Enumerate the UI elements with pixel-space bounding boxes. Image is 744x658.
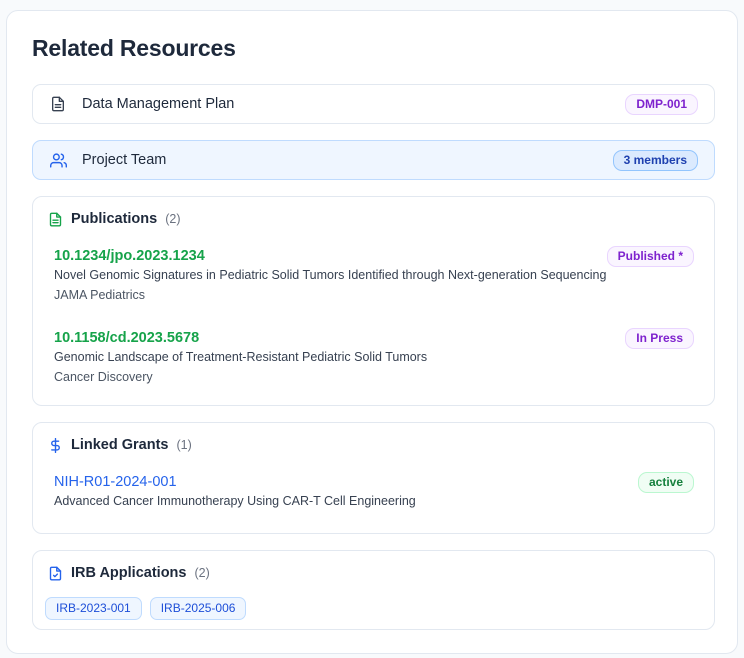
publication-item: 10.1158/cd.2023.5678 Genomic Landscape o…	[54, 328, 694, 384]
publication-status-badge: Published *	[606, 246, 694, 267]
publication-doi-link[interactable]: 10.1158/cd.2023.5678	[54, 330, 694, 346]
irb-count: (2)	[194, 566, 210, 580]
grants-title: Linked Grants	[71, 437, 169, 453]
dmp-id-badge: DMP-001	[625, 93, 698, 115]
irb-applications-section: IRB Applications (2) IRB-2023-001 IRB-20…	[32, 550, 715, 630]
related-resources-panel: Related Resources Data Management Plan D…	[6, 10, 738, 654]
file-check-icon	[47, 565, 63, 581]
publication-title: Genomic Landscape of Treatment-Resistant…	[54, 350, 428, 364]
data-management-plan-row[interactable]: Data Management Plan DMP-001	[32, 84, 715, 124]
irb-title: IRB Applications	[71, 565, 187, 581]
grant-status-badge: active	[637, 472, 694, 493]
linked-grants-section: Linked Grants (1) NIH-R01-2024-001 Advan…	[32, 422, 715, 534]
publication-doi-link[interactable]: 10.1234/jpo.2023.1234	[54, 248, 694, 264]
team-label: Project Team	[82, 152, 167, 168]
irb-chip[interactable]: IRB-2023-001	[45, 597, 142, 620]
grants-header: Linked Grants (1)	[47, 437, 192, 453]
dollar-icon	[47, 437, 63, 453]
users-icon	[49, 151, 67, 169]
publications-section: Publications (2) 10.1234/jpo.2023.1234 N…	[32, 196, 715, 406]
irb-chip[interactable]: IRB-2025-006	[149, 597, 247, 620]
publications-header: Publications (2)	[47, 211, 181, 227]
publications-title: Publications	[71, 211, 158, 227]
publication-journal: Cancer Discovery	[54, 370, 153, 384]
publication-item: 10.1234/jpo.2023.1234 Novel Genomic Sign…	[54, 246, 694, 302]
team-members-badge: 3 members	[612, 149, 698, 171]
irb-chip-list: IRB-2023-001 IRB-2025-006	[45, 597, 247, 620]
grant-title: Advanced Cancer Immunotherapy Using CAR-…	[54, 494, 416, 508]
grant-id-link[interactable]: NIH-R01-2024-001	[54, 474, 694, 490]
irb-header: IRB Applications (2)	[47, 565, 210, 581]
document-icon	[49, 95, 67, 113]
dmp-label: Data Management Plan	[82, 96, 235, 112]
panel-title: Related Resources	[32, 35, 236, 61]
publications-count: (2)	[165, 212, 181, 226]
project-team-row[interactable]: Project Team 3 members	[32, 140, 715, 180]
file-text-icon	[47, 211, 63, 227]
publication-status-badge: In Press	[625, 328, 694, 349]
publication-journal: JAMA Pediatrics	[54, 288, 146, 302]
grant-item: NIH-R01-2024-001 Advanced Cancer Immunot…	[54, 472, 694, 508]
grants-count: (1)	[176, 438, 192, 452]
publication-title: Novel Genomic Signatures in Pediatric So…	[54, 268, 607, 282]
